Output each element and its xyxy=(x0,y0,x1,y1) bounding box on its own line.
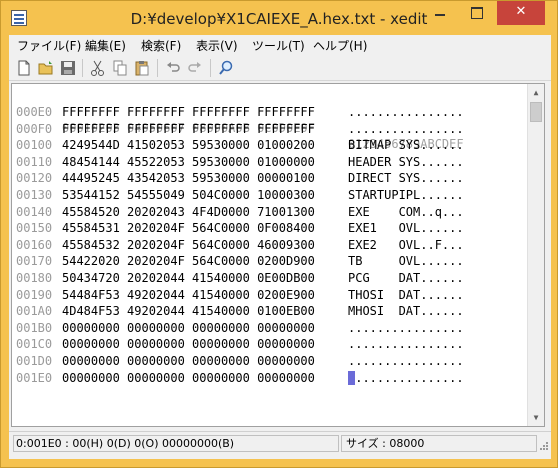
ascii-text[interactable]: DIRECT SYS...... xyxy=(348,170,464,186)
hex-bytes[interactable]: 50434720 20202044 41540000 0E00DB00 xyxy=(62,270,315,286)
hex-bytes[interactable]: FFFFFFFF FFFFFFFF FFFFFFFF FFFFFFFF xyxy=(62,121,315,137)
ascii-text[interactable]: PCG DAT...... xyxy=(348,270,464,286)
ascii-text[interactable]: ................ xyxy=(348,336,464,352)
hex-bytes[interactable]: 53544152 54555049 504C0000 10000300 xyxy=(62,187,315,203)
cut-icon[interactable] xyxy=(89,59,107,77)
hex-bytes[interactable]: 45584520 20202043 4F4D0000 71001300 xyxy=(62,204,315,220)
hex-address: 001A0 xyxy=(16,304,53,319)
scroll-down-arrow-icon[interactable]: ▼ xyxy=(528,409,544,426)
paste-icon[interactable] xyxy=(133,59,151,77)
toolbar-separator xyxy=(82,59,83,77)
hex-bytes[interactable]: 45584532 2020204F 564C0000 46009300 xyxy=(62,237,315,253)
hex-address: 00110 xyxy=(16,154,53,169)
status-bar: 0:001E0 : 00(H) 0(D) 0(O) 00000000(B) サイ… xyxy=(9,431,551,453)
ascii-text[interactable]: ................ xyxy=(348,121,464,137)
title-bar[interactable]: D:¥develop¥X1CAIEXE_A.hex.txt - xedit ✕ xyxy=(1,1,557,35)
redo-icon[interactable] xyxy=(186,59,204,77)
hex-bytes[interactable]: 48454144 45522053 59530000 01000000 xyxy=(62,154,315,170)
hex-address: 00150 xyxy=(16,221,53,236)
text-cursor xyxy=(348,370,355,385)
hex-bytes[interactable]: 00000000 00000000 00000000 00000000 xyxy=(62,353,315,369)
scroll-thumb[interactable] xyxy=(530,102,542,122)
hex-bytes[interactable]: 4249544D 41502053 59530000 01000200 xyxy=(62,137,315,153)
hex-header-row: 00010203 04050607 08090A0B 0C0D0E0F 0123… xyxy=(12,88,464,151)
hex-bytes[interactable]: 44495245 43542053 59530000 00000100 xyxy=(62,170,315,186)
menu-help[interactable]: ヘルプ(H) xyxy=(313,37,367,54)
ascii-text[interactable]: THOSI DAT...... xyxy=(348,287,464,303)
ascii-text[interactable]: EXE COM..q... xyxy=(348,204,464,220)
ascii-text[interactable]: EXE2 OVL..F... xyxy=(348,237,464,253)
hex-bytes[interactable]: 00000000 00000000 00000000 00000000 xyxy=(62,336,315,352)
hex-bytes[interactable]: FFFFFFFF FFFFFFFF FFFFFFFF FFFFFFFF xyxy=(62,104,315,120)
hex-bytes[interactable]: 45584531 2020204F 564C0000 0F008400 xyxy=(62,220,315,236)
hex-bytes[interactable]: 4D484F53 49202044 41540000 0100EB00 xyxy=(62,303,315,319)
ascii-text[interactable]: STARTUPIPL...... xyxy=(348,187,464,203)
hex-address: 001B0 xyxy=(16,320,53,335)
hex-address: 00100 xyxy=(16,138,53,153)
vertical-scrollbar[interactable]: ▲ ▼ xyxy=(527,84,544,426)
new-file-icon[interactable] xyxy=(15,59,33,77)
save-icon[interactable] xyxy=(59,59,77,77)
menu-tools[interactable]: ツール(T) xyxy=(252,37,305,54)
hex-address: 001C0 xyxy=(16,337,53,352)
ascii-text[interactable]: BITMAP SYS...... xyxy=(348,137,464,153)
hex-bytes[interactable]: 00000000 00000000 00000000 00000000 xyxy=(62,370,315,386)
hex-bytes[interactable]: 00000000 00000000 00000000 00000000 xyxy=(62,320,315,336)
resize-grip-icon[interactable] xyxy=(539,441,549,451)
open-folder-icon[interactable] xyxy=(37,59,55,77)
search-icon[interactable] xyxy=(217,59,235,77)
hex-bytes[interactable]: 54422020 2020204F 564C0000 0200D900 xyxy=(62,253,315,269)
client-area: ファイル(F) 編集(E) 検索(F) 表示(V) ツール(T) ヘルプ(H) xyxy=(9,35,551,459)
hex-address: 001D0 xyxy=(16,354,53,368)
scroll-up-arrow-icon[interactable]: ▲ xyxy=(528,84,544,101)
hex-editor[interactable]: 00010203 04050607 08090A0B 0C0D0E0F 0123… xyxy=(11,83,545,427)
hex-address: 000E0 xyxy=(16,105,53,119)
menu-search[interactable]: 検索(F) xyxy=(141,37,181,54)
hex-address: 000F0 xyxy=(16,121,53,136)
menu-file[interactable]: ファイル(F) xyxy=(17,37,81,54)
copy-icon[interactable] xyxy=(111,59,129,77)
menu-view[interactable]: 表示(V) xyxy=(196,37,238,54)
menu-edit[interactable]: 編集(E) xyxy=(85,37,126,54)
ascii-text[interactable]: EXE1 OVL...... xyxy=(348,220,464,236)
hex-address: 00190 xyxy=(16,287,53,302)
undo-icon[interactable] xyxy=(164,59,182,77)
minimize-button[interactable] xyxy=(425,1,455,25)
hex-address: 00130 xyxy=(16,188,53,202)
close-button[interactable]: ✕ xyxy=(497,1,545,25)
hex-address: 00120 xyxy=(16,171,53,186)
toolbar-separator xyxy=(210,59,211,77)
status-position: 0:001E0 : 00(H) 0(D) 0(O) 00000000(B) xyxy=(13,435,339,452)
ascii-text[interactable]: HEADER SYS...... xyxy=(348,154,464,170)
hex-address: 001E0 xyxy=(16,370,53,385)
app-window: D:¥develop¥X1CAIEXE_A.hex.txt - xedit ✕ … xyxy=(0,0,558,468)
hex-address: 00160 xyxy=(16,237,53,252)
hex-address: 00170 xyxy=(16,254,53,269)
hex-bytes[interactable]: 54484F53 49202044 41540000 0200E900 xyxy=(62,287,315,303)
ascii-text[interactable]: TB OVL...... xyxy=(348,253,464,269)
ascii-text[interactable]: ................ xyxy=(348,353,464,369)
menu-bar: ファイル(F) 編集(E) 検索(F) 表示(V) ツール(T) ヘルプ(H) xyxy=(9,35,551,55)
ascii-text[interactable]: ................ xyxy=(348,370,464,386)
toolbar-separator xyxy=(157,59,158,77)
hex-address: 00140 xyxy=(16,204,53,219)
toolbar xyxy=(9,55,551,81)
ascii-text[interactable]: MHOSI DAT...... xyxy=(348,303,464,319)
status-size: サイズ : 08000 xyxy=(341,435,537,452)
hex-address: 00180 xyxy=(16,271,53,285)
maximize-button[interactable] xyxy=(463,1,491,25)
ascii-text[interactable]: ................ xyxy=(348,104,464,120)
ascii-text[interactable]: ................ xyxy=(348,320,464,336)
